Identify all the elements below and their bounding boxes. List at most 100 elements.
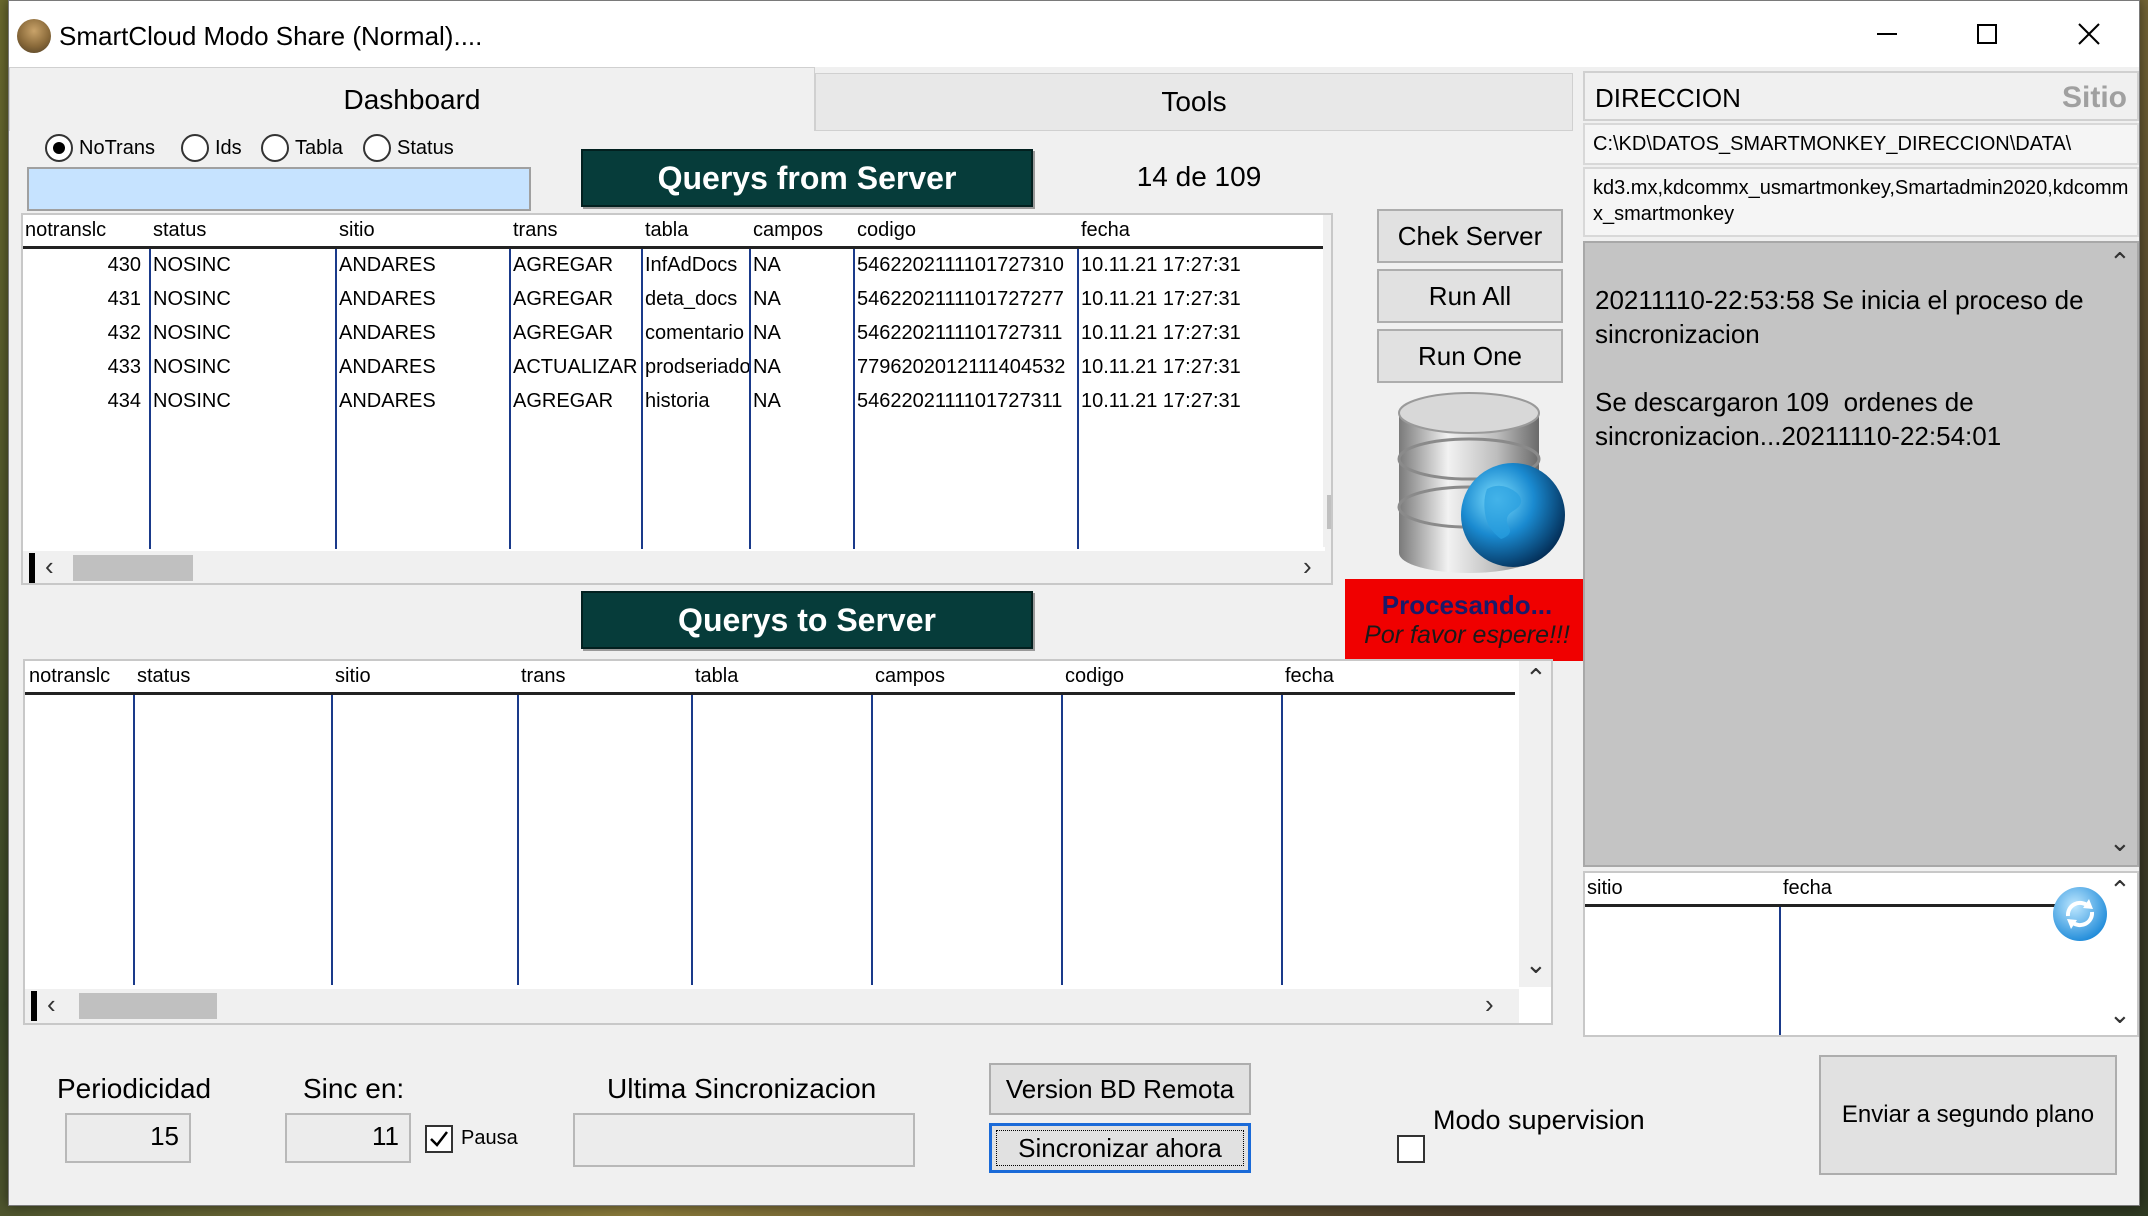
table-cell[interactable]: 10.11.21 17:27:31 xyxy=(1081,285,1261,313)
column-header[interactable]: sitio xyxy=(1587,877,1623,900)
row-id-cell[interactable]: 432 xyxy=(25,319,141,347)
table-cell[interactable]: 5462202111101727310 xyxy=(857,251,1077,279)
run-one-button[interactable]: Run One xyxy=(1377,329,1563,383)
table-cell[interactable]: NOSINC xyxy=(153,353,335,381)
column-header[interactable]: notranslc xyxy=(25,219,106,242)
table-cell[interactable]: AGREGAR xyxy=(513,251,641,279)
table-cell[interactable]: 10.11.21 17:27:31 xyxy=(1081,387,1261,415)
to-server-vscroll[interactable]: ⌃ ⌄ xyxy=(1519,661,1551,987)
periodicity-field[interactable]: 15 xyxy=(65,1113,191,1163)
sync-in-field[interactable]: 11 xyxy=(285,1113,411,1163)
table-cell[interactable]: 10.11.21 17:27:31 xyxy=(1081,319,1261,347)
table-cell[interactable]: ANDARES xyxy=(339,353,509,381)
to-server-hscroll-thumb[interactable] xyxy=(79,993,217,1019)
scroll-down-icon[interactable]: ⌄ xyxy=(1331,525,1333,551)
table-cell[interactable]: 7796202012111404532 xyxy=(857,353,1077,381)
radio-tabla[interactable]: Tabla xyxy=(261,131,343,165)
table-cell[interactable]: comentario xyxy=(645,319,749,347)
column-header[interactable]: notranslc xyxy=(29,665,110,688)
table-cell[interactable]: deta_docs xyxy=(645,285,749,313)
table-cell[interactable]: 5462202111101727311 xyxy=(857,387,1077,415)
scroll-down-icon[interactable]: ⌄ xyxy=(2109,1001,2131,1027)
table-cell[interactable]: AGREGAR xyxy=(513,387,641,415)
from-server-grid[interactable]: notranslc status sitio trans tabla campo… xyxy=(21,213,1333,585)
maximize-button[interactable] xyxy=(1937,1,2037,67)
scroll-right-icon[interactable]: › xyxy=(1485,991,1494,1017)
row-id-cell[interactable]: 430 xyxy=(25,251,141,279)
table-cell[interactable]: NA xyxy=(753,251,853,279)
column-header[interactable]: status xyxy=(153,219,206,242)
data-path-field[interactable]: C:\KD\DATOS_SMARTMONKEY_DIRECCION\DATA\ xyxy=(1583,123,2139,165)
column-header[interactable]: tabla xyxy=(695,665,738,688)
column-header[interactable]: campos xyxy=(875,665,945,688)
table-cell[interactable]: NA xyxy=(753,387,853,415)
table-cell[interactable]: 5462202111101727311 xyxy=(857,319,1077,347)
table-cell[interactable]: NOSINC xyxy=(153,387,335,415)
last-sync-field[interactable] xyxy=(573,1113,915,1167)
log-panel[interactable]: 20211110-22:53:58 Se inicia el proceso d… xyxy=(1583,241,2139,867)
radio-notrans[interactable]: NoTrans xyxy=(45,131,155,165)
row-id-cell[interactable]: 434 xyxy=(25,387,141,415)
column-header[interactable]: sitio xyxy=(339,219,375,242)
table-cell[interactable]: ACTUALIZAR xyxy=(513,353,641,381)
radio-status[interactable]: Status xyxy=(363,131,454,165)
check-server-button[interactable]: Chek Server xyxy=(1377,209,1563,263)
scroll-up-icon[interactable]: ⌃ xyxy=(2109,877,2131,903)
send-to-background-button[interactable]: Enviar a segundo plano xyxy=(1819,1055,2117,1175)
scroll-up-icon[interactable]: ⌃ xyxy=(2109,249,2131,275)
from-server-vscroll[interactable]: ⌃ ⌄ xyxy=(1325,249,1333,551)
scroll-down-icon[interactable]: ⌄ xyxy=(2109,829,2131,855)
column-header[interactable]: codigo xyxy=(1065,665,1124,688)
refresh-icon[interactable] xyxy=(2051,885,2109,943)
table-cell[interactable]: NA xyxy=(753,353,853,381)
scroll-left-icon[interactable]: ‹ xyxy=(47,991,56,1017)
to-server-hscroll[interactable]: ‹ › xyxy=(25,989,1519,1023)
table-cell[interactable]: 5462202111101727277 xyxy=(857,285,1077,313)
radio-ids-circle[interactable] xyxy=(181,134,209,162)
scroll-left-icon[interactable]: ‹ xyxy=(45,553,54,579)
table-cell[interactable]: ANDARES xyxy=(339,251,509,279)
site-date-grid[interactable]: sitio fecha ⌃ ⌄ xyxy=(1583,871,2139,1037)
table-cell[interactable]: prodseriado xyxy=(645,353,749,381)
run-all-button[interactable]: Run All xyxy=(1377,269,1563,323)
column-header[interactable]: status xyxy=(137,665,190,688)
table-cell[interactable]: NA xyxy=(753,285,853,313)
table-cell[interactable]: AGREGAR xyxy=(513,319,641,347)
table-cell[interactable]: ANDARES xyxy=(339,285,509,313)
column-header[interactable]: fecha xyxy=(1285,665,1334,688)
table-cell[interactable]: InfAdDocs xyxy=(645,251,749,279)
radio-ids[interactable]: Ids xyxy=(181,131,242,165)
radio-notrans-circle[interactable] xyxy=(45,134,73,162)
from-server-hscroll-thumb[interactable] xyxy=(73,555,193,581)
column-header[interactable]: fecha xyxy=(1081,219,1130,242)
scroll-down-icon[interactable]: ⌄ xyxy=(1525,951,1547,977)
radio-status-circle[interactable] xyxy=(363,134,391,162)
to-server-grid[interactable]: notranslc status sitio trans tabla campo… xyxy=(23,659,1553,1025)
tab-dashboard[interactable]: Dashboard xyxy=(9,67,815,131)
sync-now-button[interactable]: Sincronizar ahora xyxy=(989,1123,1251,1173)
connection-string-field[interactable]: kd3.mx,kdcommx_usmartmonkey,Smartadmin20… xyxy=(1583,167,2139,237)
minimize-button[interactable] xyxy=(1837,1,1937,67)
table-cell[interactable]: AGREGAR xyxy=(513,285,641,313)
table-cell[interactable]: NA xyxy=(753,319,853,347)
from-server-hscroll[interactable]: ‹ › xyxy=(23,551,1331,583)
table-cell[interactable]: NOSINC xyxy=(153,251,335,279)
column-header[interactable]: campos xyxy=(753,219,823,242)
close-button[interactable] xyxy=(2039,1,2139,67)
table-cell[interactable]: historia xyxy=(645,387,749,415)
radio-tabla-circle[interactable] xyxy=(261,134,289,162)
column-header[interactable]: fecha xyxy=(1783,877,1832,900)
table-cell[interactable]: NOSINC xyxy=(153,285,335,313)
scroll-up-icon[interactable]: ⌃ xyxy=(1331,253,1333,279)
table-cell[interactable]: ANDARES xyxy=(339,387,509,415)
row-id-cell[interactable]: 431 xyxy=(25,285,141,313)
pause-checkbox[interactable] xyxy=(425,1125,453,1153)
table-cell[interactable]: ANDARES xyxy=(339,319,509,347)
column-header[interactable]: sitio xyxy=(335,665,371,688)
column-header[interactable]: tabla xyxy=(645,219,688,242)
filter-input[interactable] xyxy=(27,167,531,211)
table-cell[interactable]: 10.11.21 17:27:31 xyxy=(1081,251,1261,279)
row-id-cell[interactable]: 433 xyxy=(25,353,141,381)
column-header[interactable]: trans xyxy=(513,219,557,242)
scroll-right-icon[interactable]: › xyxy=(1303,553,1312,579)
